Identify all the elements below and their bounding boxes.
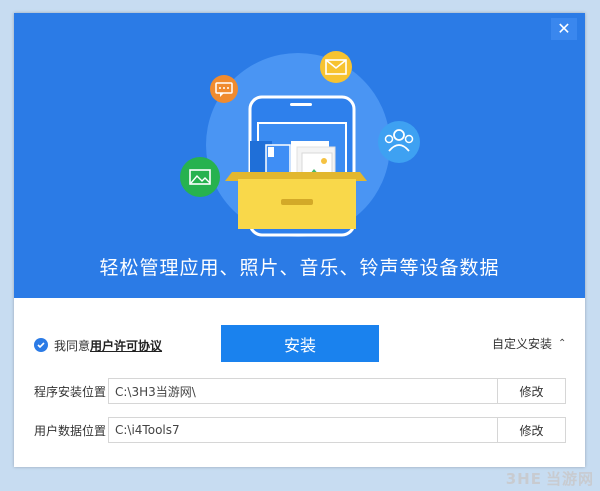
data-path-label: 用户数据位置 bbox=[34, 423, 107, 438]
installer-window: ✕ 轻松管理应用、照片、音乐、铃声等设备数据 我同意 用户许可协议 安装 自定义… bbox=[14, 13, 585, 467]
mail-icon bbox=[320, 51, 352, 83]
chevron-up-icon: ⌃ bbox=[558, 338, 567, 349]
agreement: 我同意 用户许可协议 bbox=[34, 334, 162, 356]
install-button[interactable]: 安装 bbox=[221, 325, 379, 362]
watermark-site: 当游网 bbox=[545, 470, 594, 488]
close-icon: ✕ bbox=[557, 19, 571, 38]
watermark: 3HE 当游网 bbox=[506, 468, 594, 489]
close-button[interactable]: ✕ bbox=[551, 18, 577, 40]
agreement-prefix: 我同意 bbox=[54, 338, 91, 353]
install-path-input[interactable] bbox=[108, 378, 498, 404]
license-agreement-link[interactable]: 用户许可协议 bbox=[90, 337, 162, 354]
photo-icon bbox=[180, 157, 220, 197]
banner: ✕ 轻松管理应用、照片、音乐、铃声等设备数据 bbox=[14, 13, 585, 298]
contacts-icon bbox=[378, 121, 420, 163]
checkbox-checked-icon[interactable] bbox=[34, 338, 48, 352]
modify-data-path-button[interactable]: 修改 bbox=[497, 417, 566, 443]
custom-install-toggle[interactable]: 自定义安装 ⌃ bbox=[492, 335, 566, 352]
install-path-row: 程序安装位置 修改 bbox=[34, 377, 569, 405]
slogan-text: 轻松管理应用、照片、音乐、铃声等设备数据 bbox=[99, 257, 500, 279]
install-path-label: 程序安装位置 bbox=[34, 384, 107, 399]
custom-install-label: 自定义安装 bbox=[492, 337, 553, 351]
drawer-icon bbox=[225, 172, 367, 229]
modify-install-path-button[interactable]: 修改 bbox=[497, 378, 566, 404]
data-path-row: 用户数据位置 修改 bbox=[34, 416, 569, 444]
data-path-input[interactable] bbox=[108, 417, 498, 443]
watermark-logo: 3HE bbox=[505, 469, 542, 488]
chat-icon bbox=[210, 75, 238, 103]
